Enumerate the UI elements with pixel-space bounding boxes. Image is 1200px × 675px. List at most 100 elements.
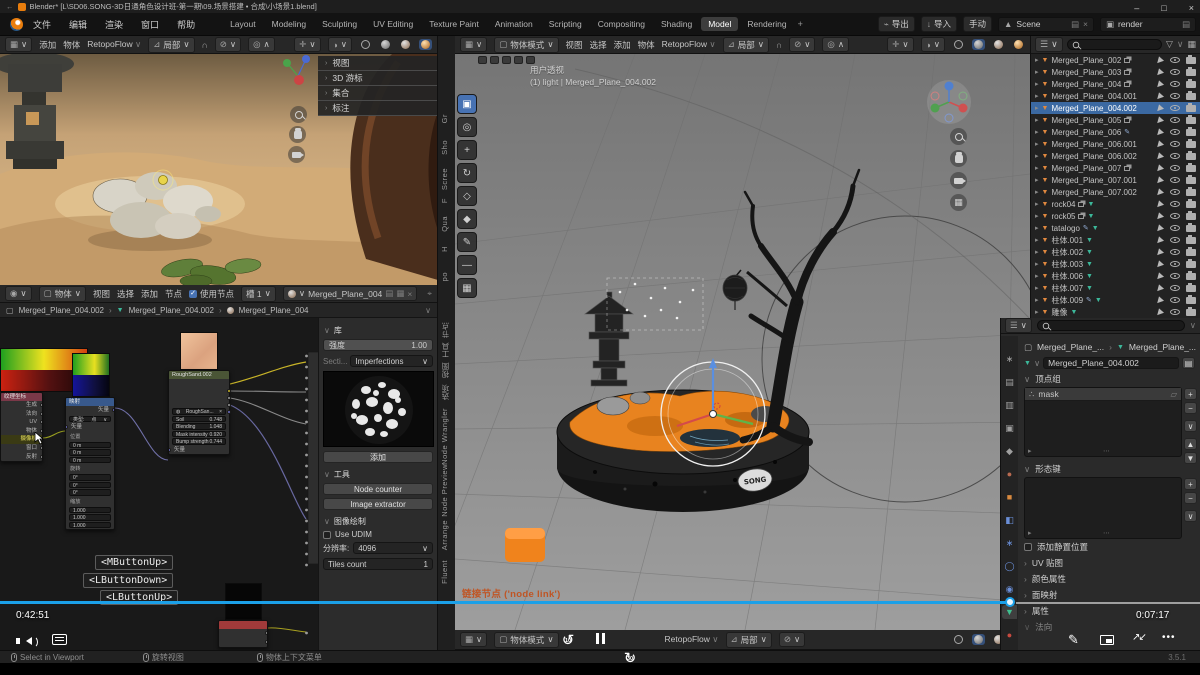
selectable-icon[interactable] [1157,104,1165,112]
value-field[interactable]: 0° [69,474,111,481]
selectable-icon[interactable] [1157,176,1165,184]
editor-type-icon[interactable]: ▦∨ [5,37,32,52]
expand-icon[interactable]: ▸ [1035,248,1039,256]
expand-icon[interactable]: ▸ [1035,284,1039,292]
node-menu-node[interactable]: 节点 [165,288,182,300]
hide-viewport-icon[interactable] [1170,201,1180,207]
hide-render-icon[interactable] [1186,141,1196,148]
export-button[interactable]: ⌁导出 [878,16,915,32]
properties-tab-icon[interactable]: ■ [1002,490,1017,504]
outliner-row[interactable]: ▸ ▼ Merged_Plane_005 ✎ ▼ [1031,114,1200,126]
node-editor-side-tab[interactable]: 选项 [440,384,451,400]
shading-material-icon[interactable] [992,39,1005,50]
show-overlays-icon[interactable]: ◑∨ [921,37,945,52]
breadcrumb-object[interactable]: Merged_Plane_004.002 [19,306,104,315]
group-value-slider[interactable]: Soil0.748 [172,416,226,423]
object-name[interactable]: Merged_Plane_005 [1051,116,1121,125]
object-name[interactable]: 柱体.006 [1051,271,1083,282]
object-name[interactable]: Merged_Plane_004.002 [1051,104,1136,113]
outliner-row[interactable]: ▸ ▼ Merged_Plane_006 ✎ ▼ [1031,126,1200,138]
outliner-search-input[interactable] [1067,39,1162,50]
menu-item[interactable]: 窗口 [139,16,161,33]
properties-tab-icon[interactable]: ∗ [1002,352,1017,366]
shape-keys-section[interactable]: ∨形态键 [1024,461,1195,477]
retopoflow-menu[interactable]: RetopoFlow ∨ [665,634,719,645]
value-field[interactable]: 1.000 [69,507,111,514]
properties-tab-icon[interactable]: ∗ [1002,536,1017,550]
object-name[interactable]: 雕像 [1051,307,1067,318]
properties-tab-icon[interactable]: ▥ [1002,398,1017,412]
shader-type-select[interactable]: ▢物体∨ [39,286,86,302]
hide-render-icon[interactable] [1186,201,1196,208]
expand-icon[interactable]: ▸ [1035,176,1039,184]
hide-viewport-icon[interactable] [1170,105,1180,111]
maximize-icon[interactable]: □ [1161,3,1166,13]
mini-icon[interactable] [478,56,487,64]
hide-viewport-icon[interactable] [1170,93,1180,99]
snap-options[interactable]: ⊘∨ [789,37,815,52]
rewind-10-icon[interactable]: ↺10 [558,631,578,649]
scene-new-icon[interactable]: ▤ [1071,19,1079,30]
hide-viewport-icon[interactable] [1170,297,1180,303]
workspace-tab[interactable]: Model [701,17,738,31]
retopoflow-menu[interactable]: RetopoFlow ∨ [87,39,141,50]
outliner-row[interactable]: ▸ ▼ tatalogo ✎ ▼ [1031,222,1200,234]
snap-options[interactable]: ⊘∨ [779,632,805,647]
shading-wireframe-icon[interactable] [952,634,965,645]
navigation-gizmo[interactable] [925,78,973,126]
hide-viewport-icon[interactable] [1170,141,1180,147]
workspace-tab[interactable]: Shading [654,17,699,31]
group-value-slider[interactable]: Blending1.048 [172,423,226,430]
library-section-label[interactable]: 库 [334,325,342,336]
mini-icon[interactable] [502,56,511,64]
hide-render-icon[interactable] [1186,165,1196,172]
shading-rendered-icon[interactable] [419,39,432,50]
minimize-icon[interactable]: – [1134,3,1139,13]
filter-icon[interactable]: ▽ [1166,39,1173,50]
view-layer-new-icon[interactable]: ▤ [1182,19,1190,30]
hide-viewport-icon[interactable] [1170,261,1180,267]
cv-menu-add[interactable]: 添加 [614,39,631,51]
viewport-side-tab[interactable]: F [440,198,449,203]
selectable-icon[interactable] [1157,248,1165,256]
add-shape-key-button[interactable]: + [1184,478,1197,490]
note-pencil-icon[interactable]: ✎ [1068,632,1079,648]
expand-icon[interactable]: ▸ [1035,104,1039,112]
strength-slider[interactable]: 强度1.00 [323,339,433,351]
expand-icon[interactable]: ▸ [1035,164,1039,172]
object-name[interactable]: Merged_Plane_004.001 [1051,92,1136,101]
selectable-icon[interactable] [1157,308,1165,316]
selectable-icon[interactable] [1157,92,1165,100]
snap-magnet-icon[interactable]: ∩ [202,40,208,50]
selectable-icon[interactable] [1157,56,1165,64]
expand-icon[interactable]: ▸ [1035,56,1039,64]
selectable-icon[interactable] [1157,116,1165,124]
shading-wireframe-icon[interactable] [952,39,965,50]
import-button[interactable]: ↓导入 [921,16,957,32]
hide-render-icon[interactable] [1186,57,1196,64]
mode-select[interactable]: ▢物体模式∨ [494,632,558,648]
value-field[interactable]: 1.000 [69,514,111,521]
object-name[interactable]: Merged_Plane_006.001 [1051,140,1136,149]
proportional-editing-icon[interactable]: ◎∧ [248,37,275,52]
selectable-icon[interactable] [1157,200,1165,208]
viewport-side-tab[interactable]: H [440,246,449,252]
forward-30-icon[interactable]: ↻30 [620,649,640,667]
selectable-icon[interactable] [1157,284,1165,292]
outliner-row[interactable]: ▸ ▼ Merged_Plane_007.001 ✎ ▼ [1031,174,1200,186]
outliner-row[interactable]: ▸ ▼ 柱体.007 ✎ ▼ [1031,282,1200,294]
mini-icon[interactable] [490,56,499,64]
camera-view-icon[interactable] [288,146,305,163]
hide-render-icon[interactable] [1186,309,1196,316]
zoom-icon[interactable] [290,106,307,123]
object-name[interactable]: 柱体.003 [1051,259,1083,270]
hide-viewport-icon[interactable] [1170,177,1180,183]
node-editor-side-tab[interactable]: 视图 [440,362,451,378]
move-tool[interactable]: + [457,140,477,160]
value-field[interactable]: 0 m [69,442,111,449]
properties-tab-icon[interactable]: ◆ [1002,444,1017,458]
selectable-icon[interactable] [1157,140,1165,148]
selectable-icon[interactable] [1157,236,1165,244]
image-selector[interactable]: ◍RoughSan...× [172,408,226,415]
properties-tab-icon[interactable]: ◧ [1002,513,1017,527]
